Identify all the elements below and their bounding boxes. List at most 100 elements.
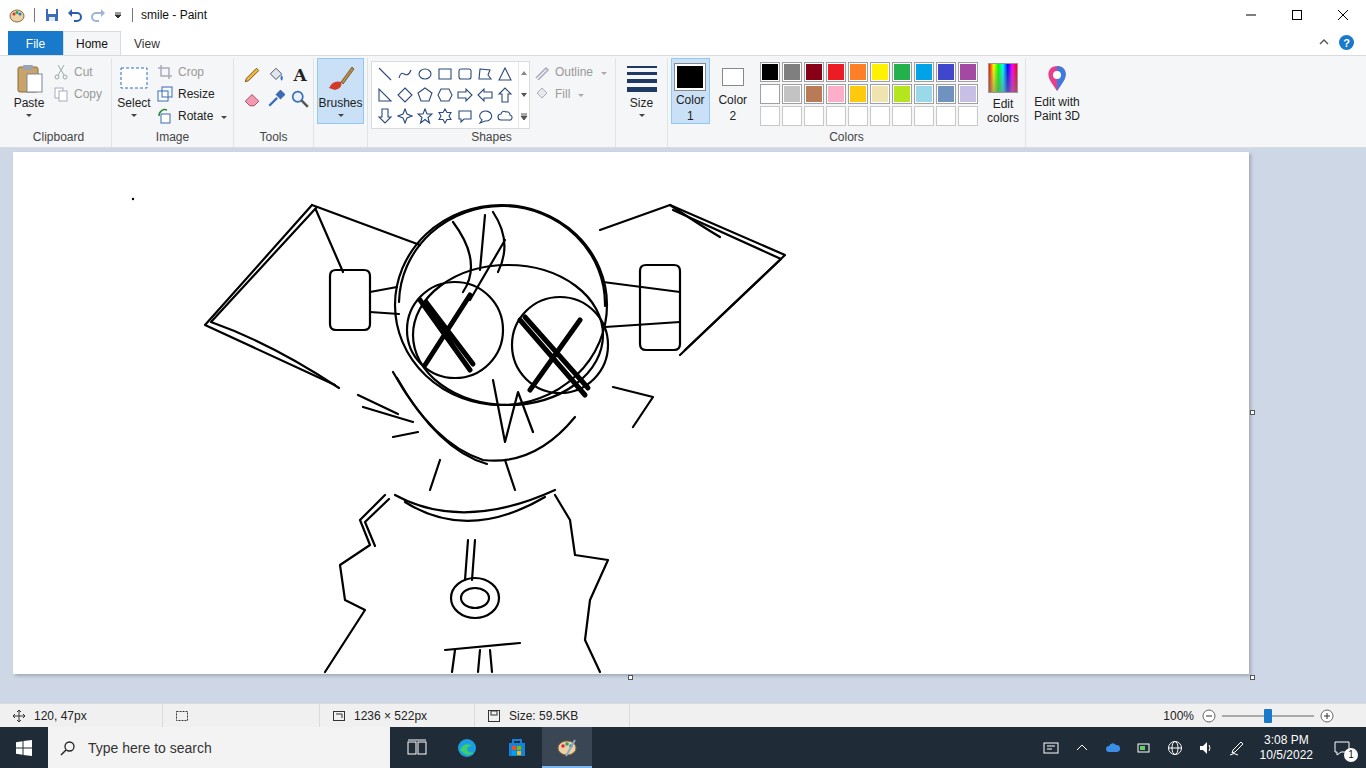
magnifier-icon[interactable] bbox=[291, 90, 309, 108]
shape-icon[interactable] bbox=[417, 66, 433, 82]
palette-swatch[interactable] bbox=[892, 106, 912, 126]
input-indicator-icon[interactable] bbox=[1043, 740, 1059, 756]
customize-dropdown-icon[interactable] bbox=[113, 10, 123, 20]
notifications-button[interactable]: 1 bbox=[1328, 734, 1356, 762]
palette-swatch[interactable] bbox=[936, 62, 956, 82]
shape-icon[interactable] bbox=[397, 87, 413, 103]
zoom-out-icon[interactable] bbox=[1202, 709, 1216, 723]
maximize-button[interactable] bbox=[1274, 0, 1320, 30]
gallery-scroll[interactable] bbox=[518, 62, 529, 128]
shape-icon[interactable] bbox=[477, 66, 493, 82]
edit-with-paint3d-button[interactable]: Edit withPaint 3D bbox=[1029, 58, 1085, 126]
volume-icon[interactable] bbox=[1198, 740, 1214, 756]
cloud-icon[interactable] bbox=[1105, 740, 1121, 756]
shape-icon[interactable] bbox=[417, 108, 433, 124]
shape-icon[interactable] bbox=[377, 66, 393, 82]
help-button[interactable]: ? bbox=[1339, 35, 1354, 50]
crop-button[interactable]: Crop bbox=[157, 62, 230, 81]
brushes-button[interactable]: Brushes bbox=[317, 58, 364, 124]
text-tool-button[interactable]: A bbox=[293, 66, 306, 84]
palette-swatch[interactable] bbox=[936, 106, 956, 126]
palette-swatch[interactable] bbox=[936, 84, 956, 104]
collapse-ribbon-icon[interactable] bbox=[1319, 37, 1329, 47]
rotate-button[interactable]: Rotate bbox=[157, 106, 230, 125]
palette-swatch[interactable] bbox=[848, 106, 868, 126]
undo-icon[interactable] bbox=[67, 7, 83, 23]
resize-handle[interactable] bbox=[628, 675, 633, 680]
palette-swatch[interactable] bbox=[760, 62, 780, 82]
color1-button[interactable]: Color1 bbox=[671, 58, 710, 124]
save-icon[interactable] bbox=[44, 7, 60, 23]
shape-icon[interactable] bbox=[477, 87, 493, 103]
paint-app-icon[interactable] bbox=[9, 7, 25, 23]
expand-gallery-icon[interactable] bbox=[520, 113, 528, 121]
palette-swatch[interactable] bbox=[870, 62, 890, 82]
palette-swatch[interactable] bbox=[826, 106, 846, 126]
battery-icon[interactable] bbox=[1136, 740, 1152, 756]
palette-swatch[interactable] bbox=[782, 84, 802, 104]
pen-workspace-icon[interactable] bbox=[1229, 740, 1245, 756]
ribbon-tab[interactable]: File bbox=[8, 31, 63, 55]
palette-swatch[interactable] bbox=[760, 84, 780, 104]
paste-button[interactable]: Paste bbox=[9, 58, 49, 120]
palette-swatch[interactable] bbox=[914, 62, 934, 82]
paint-taskbar-button[interactable] bbox=[542, 727, 592, 768]
palette-swatch[interactable] bbox=[958, 106, 978, 126]
outline-button[interactable]: Outline bbox=[534, 62, 610, 81]
palette-swatch[interactable] bbox=[782, 106, 802, 126]
shape-icon[interactable] bbox=[417, 87, 433, 103]
resize-handle[interactable] bbox=[1250, 410, 1255, 415]
palette-swatch[interactable] bbox=[914, 84, 934, 104]
ribbon-tab[interactable]: View bbox=[121, 31, 173, 55]
drawing-canvas[interactable] bbox=[13, 152, 1249, 674]
palette-swatch[interactable] bbox=[826, 62, 846, 82]
zoom-thumb[interactable] bbox=[1264, 709, 1272, 723]
palette-swatch[interactable] bbox=[958, 62, 978, 82]
fill-button[interactable]: Fill bbox=[534, 84, 610, 103]
palette-swatch[interactable] bbox=[914, 106, 934, 126]
palette-swatch[interactable] bbox=[848, 62, 868, 82]
palette-swatch[interactable] bbox=[870, 84, 890, 104]
palette-swatch[interactable] bbox=[760, 106, 780, 126]
resize-handle[interactable] bbox=[1250, 675, 1255, 680]
eraser-icon[interactable] bbox=[243, 90, 261, 108]
size-button[interactable]: Size bbox=[619, 58, 664, 120]
edit-colors-button[interactable]: Editcolors bbox=[984, 58, 1022, 128]
scroll-up-icon[interactable] bbox=[520, 69, 528, 77]
shape-icon[interactable] bbox=[437, 66, 453, 82]
shape-icon[interactable] bbox=[457, 87, 473, 103]
zoom-slider[interactable] bbox=[1222, 707, 1314, 725]
shape-icon[interactable] bbox=[457, 108, 473, 124]
shape-icon[interactable] bbox=[397, 66, 413, 82]
color-picker-icon[interactable] bbox=[267, 90, 285, 108]
shape-icon[interactable] bbox=[477, 108, 493, 124]
shape-icon[interactable] bbox=[497, 66, 513, 82]
shape-icon[interactable] bbox=[377, 87, 393, 103]
pencil-icon[interactable] bbox=[243, 66, 261, 84]
clock[interactable]: 3:08 PM10/5/2022 bbox=[1260, 733, 1313, 763]
palette-swatch[interactable] bbox=[870, 106, 890, 126]
fill-bucket-icon[interactable] bbox=[267, 66, 285, 84]
shape-icon[interactable] bbox=[497, 108, 513, 124]
shape-icon[interactable] bbox=[437, 87, 453, 103]
palette-swatch[interactable] bbox=[892, 84, 912, 104]
network-globe-icon[interactable] bbox=[1167, 740, 1183, 756]
shape-icon[interactable] bbox=[377, 108, 393, 124]
resize-button[interactable]: Resize bbox=[157, 84, 230, 103]
shape-icon[interactable] bbox=[397, 108, 413, 124]
palette-swatch[interactable] bbox=[848, 84, 868, 104]
shape-icon[interactable] bbox=[457, 66, 473, 82]
palette-swatch[interactable] bbox=[782, 62, 802, 82]
minimize-button[interactable] bbox=[1228, 0, 1274, 30]
palette-swatch[interactable] bbox=[826, 84, 846, 104]
copy-button[interactable]: Copy bbox=[53, 84, 102, 103]
palette-swatch[interactable] bbox=[804, 106, 824, 126]
search-box[interactable]: Type here to search bbox=[48, 727, 390, 768]
start-button[interactable] bbox=[0, 727, 48, 768]
color2-button[interactable]: Color2 bbox=[714, 58, 753, 124]
palette-swatch[interactable] bbox=[804, 62, 824, 82]
scroll-down-icon[interactable] bbox=[520, 91, 528, 99]
shape-icon[interactable] bbox=[437, 108, 453, 124]
palette-swatch[interactable] bbox=[958, 84, 978, 104]
ribbon-tab[interactable]: Home bbox=[63, 31, 121, 55]
